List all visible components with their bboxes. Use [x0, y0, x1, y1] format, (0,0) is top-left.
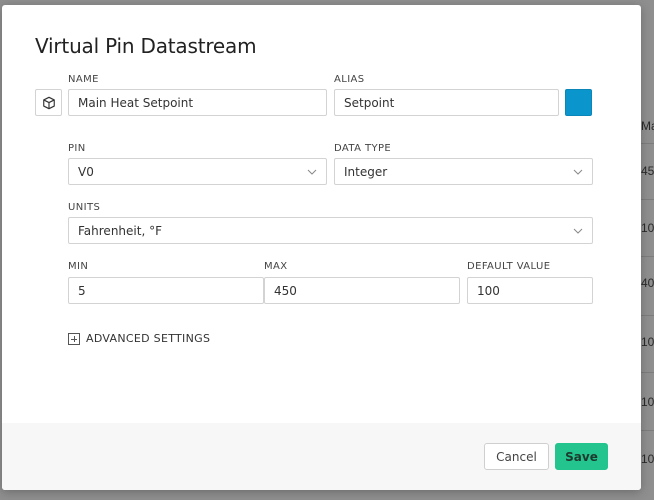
data-type-select[interactable]: Integer	[334, 158, 593, 185]
background-cell: 45	[641, 164, 654, 178]
background-divider	[641, 256, 654, 257]
advanced-settings-toggle[interactable]: ADVANCED SETTINGS	[68, 332, 210, 345]
background-cell: 10	[641, 221, 654, 235]
default-value-field[interactable]: 100	[467, 277, 593, 304]
name-value: Main Heat Setpoint	[78, 95, 194, 110]
plus-square-icon	[68, 332, 80, 345]
background-cell: 10	[641, 335, 654, 349]
background-cell: 10	[641, 452, 654, 466]
pin-label: PIN	[68, 143, 86, 154]
default-value-value: 100	[477, 283, 500, 298]
cancel-button[interactable]: Cancel	[484, 443, 549, 470]
icon-picker-button[interactable]	[35, 89, 62, 116]
min-field[interactable]: 5	[68, 277, 264, 304]
chevron-down-icon	[307, 169, 317, 175]
min-label: MIN	[68, 261, 89, 272]
chevron-down-icon	[573, 228, 583, 234]
units-label: UNITS	[68, 202, 101, 213]
background-cell: 10	[641, 395, 654, 409]
background-divider	[641, 430, 654, 431]
data-type-value: Integer	[344, 164, 388, 179]
default-value-label: DEFAULT VALUE	[467, 261, 551, 272]
alias-label: ALIAS	[334, 74, 365, 85]
modal-title: Virtual Pin Datastream	[35, 34, 257, 58]
name-field[interactable]: Main Heat Setpoint	[68, 89, 327, 116]
alias-value: Setpoint	[344, 95, 395, 110]
max-label: MAX	[264, 261, 288, 272]
advanced-settings-label: ADVANCED SETTINGS	[86, 332, 211, 345]
background-table-edge: Ma 45 10 40 10 10 10	[641, 0, 654, 500]
background-divider	[641, 143, 654, 144]
max-field[interactable]: 450	[264, 277, 460, 304]
cube-icon	[42, 96, 55, 109]
background-column-header: Ma	[641, 119, 654, 133]
alias-field[interactable]: Setpoint	[334, 89, 559, 116]
pin-value: V0	[78, 164, 94, 179]
max-value: 450	[274, 283, 297, 298]
units-select[interactable]: Fahrenheit, °F	[68, 217, 593, 244]
background-divider	[641, 315, 654, 316]
background-divider	[641, 372, 654, 373]
datastream-modal: Virtual Pin Datastream NAME Main Heat Se…	[2, 5, 641, 490]
background-divider	[641, 199, 654, 200]
data-type-label: DATA TYPE	[334, 143, 392, 154]
name-label: NAME	[68, 74, 99, 85]
pin-select[interactable]: V0	[68, 158, 327, 185]
units-value: Fahrenheit, °F	[78, 223, 162, 238]
background-cell: 40	[641, 276, 654, 290]
min-value: 5	[78, 283, 86, 298]
save-button[interactable]: Save	[555, 443, 608, 470]
color-picker-button[interactable]	[565, 89, 592, 116]
chevron-down-icon	[573, 169, 583, 175]
